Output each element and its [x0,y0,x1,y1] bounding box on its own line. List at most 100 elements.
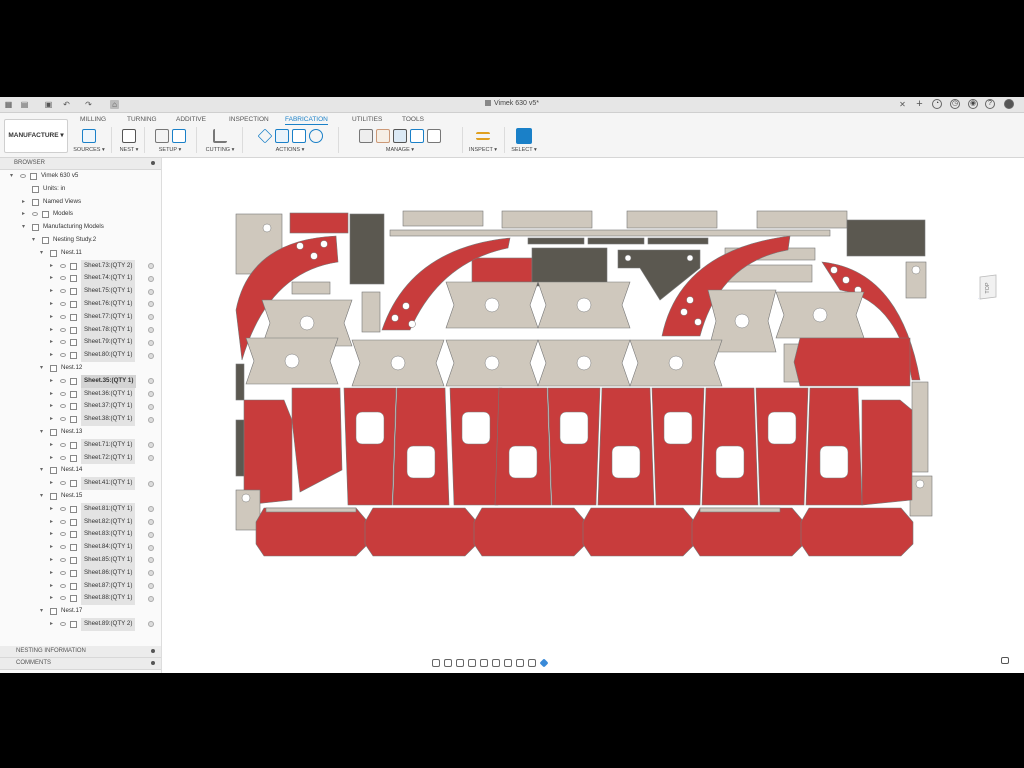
cutting-icon[interactable] [213,128,227,143]
pan-icon[interactable] [456,659,464,667]
tree-sheet[interactable]: ▸ Sheet.71:(QTY 1) [0,438,161,452]
tree-sheet[interactable]: ▸ Sheet.35:(QTY 1) [0,374,161,388]
nested-part[interactable] [846,219,926,257]
activate-radio-icon[interactable] [148,339,154,346]
tree-named-views[interactable]: ▸ Named Views [0,196,161,209]
panel-cutout[interactable] [819,445,849,479]
activate-radio-icon[interactable] [148,544,154,551]
fit-icon[interactable] [480,659,488,667]
tree-sheet[interactable]: ▸ Sheet.82:(QTY 1) [0,515,161,529]
environment-icon[interactable] [528,659,536,667]
nested-part[interactable] [243,399,293,506]
part-hole[interactable] [390,355,406,371]
tree-nest[interactable]: ▾ Nest.15 [0,490,161,503]
measure-icon[interactable] [476,131,490,140]
part-hole[interactable] [668,355,684,371]
tree-sheet[interactable]: ▸ Sheet.38:(QTY 1) [0,413,161,426]
visibility-icon[interactable] [60,481,66,486]
nested-part[interactable] [349,213,385,285]
visibility-icon[interactable] [60,289,66,294]
hex-panel-part[interactable] [255,507,369,557]
panel-options-icon[interactable] [151,161,155,165]
part-hole[interactable] [484,355,500,371]
visibility-icon[interactable] [60,417,66,422]
activate-radio-icon[interactable] [148,327,154,334]
tree-nest[interactable]: ▾ Nest.12 [0,362,161,375]
tree-manufacturing-models[interactable]: ▾ Manufacturing Models [0,221,161,234]
nested-part[interactable] [471,257,533,283]
activate-radio-icon[interactable] [148,557,154,564]
activate-radio-icon[interactable] [148,519,154,526]
viewports-icon[interactable] [516,659,524,667]
activate-radio-icon[interactable] [148,506,154,513]
activate-radio-icon[interactable] [148,301,154,308]
visibility-icon[interactable] [60,570,66,575]
visibility-icon[interactable] [60,353,66,358]
chevron-down-icon[interactable]: ▾ [40,605,43,618]
tree-sheet[interactable]: ▸ Sheet.79:(QTY 1) [0,336,161,350]
chevron-right-icon[interactable]: ▸ [50,336,53,349]
visual-style-icon[interactable] [539,658,549,668]
chevron-right-icon[interactable]: ▸ [50,272,53,285]
part-hole[interactable] [310,252,318,260]
panel-options-icon[interactable] [151,661,155,665]
tree-sheet[interactable]: ▸ Sheet.73:(QTY 2) [0,259,161,273]
nested-part[interactable] [501,210,593,229]
chevron-right-icon[interactable]: ▸ [50,285,53,298]
panel-cutout[interactable] [767,411,797,445]
tree-sheet[interactable]: ▸ Sheet.77:(QTY 1) [0,310,161,324]
trapezoid-panel-part[interactable] [343,387,397,506]
help-icon[interactable]: ? [985,99,995,109]
extensions-icon[interactable]: ◔ [932,99,942,109]
tool-library-icon[interactable] [308,128,323,143]
activate-radio-icon[interactable] [148,391,154,398]
tree-sheet[interactable]: ▸ Sheet.74:(QTY 1) [0,272,161,286]
tree-root[interactable]: ▾ Vimek 630 v5 [0,170,161,183]
nested-part[interactable] [626,210,718,229]
tree-sheet[interactable]: ▸ Sheet.81:(QTY 1) [0,502,161,516]
trapezoid-panel-part[interactable] [651,387,705,506]
tree-sheet[interactable]: ▸ Sheet.88:(QTY 1) [0,592,161,606]
chevron-right-icon[interactable]: ▸ [50,375,53,388]
nested-part[interactable] [291,281,331,295]
tab-fabrication[interactable]: FABRICATION [285,116,328,125]
comments-icon[interactable] [1001,657,1009,664]
tree-sheet[interactable]: ▸ Sheet.89:(QTY 2) [0,617,161,631]
chevron-right-icon[interactable]: ▸ [50,580,53,593]
chevron-down-icon[interactable]: ▾ [40,490,43,503]
actions-dropdown[interactable]: ACTIONS ▾ [246,147,334,153]
chevron-right-icon[interactable]: ▸ [50,439,53,452]
chevron-right-icon[interactable]: ▸ [50,400,53,413]
part-hole[interactable] [686,296,694,304]
part-hole[interactable] [911,265,921,275]
hex-panel-part[interactable] [473,507,587,557]
visibility-icon[interactable] [60,442,66,447]
chevron-right-icon[interactable]: ▸ [50,554,53,567]
visibility-icon[interactable] [60,583,66,588]
tab-utilities[interactable]: UTILITIES [352,116,382,123]
nested-part[interactable] [861,399,913,506]
part-hole[interactable] [408,320,416,328]
chevron-right-icon[interactable]: ▸ [50,567,53,580]
workspace-switcher[interactable]: MANUFACTURE ▾ [4,119,68,153]
visibility-icon[interactable] [60,327,66,332]
part-hole[interactable] [830,266,838,274]
part-hole[interactable] [284,353,300,369]
red-panel-part[interactable] [793,337,911,387]
visibility-icon[interactable] [60,340,66,345]
trapezoid-panel-part[interactable] [547,387,601,506]
notifications-icon[interactable]: ◉ [968,99,978,109]
part-hole[interactable] [320,240,328,248]
chevron-down-icon[interactable]: ▾ [22,221,25,234]
hex-panel-part[interactable] [582,507,696,557]
visibility-icon[interactable] [60,301,66,306]
select-icon[interactable] [516,127,532,144]
tab-tools[interactable]: TOOLS [402,116,424,123]
nesting-information-panel[interactable]: NESTING INFORMATION [0,646,161,658]
close-tab-icon[interactable]: ✕ [898,100,907,109]
tree-units[interactable]: Units: in [0,183,161,196]
visibility-icon[interactable] [60,519,66,524]
tools-icon[interactable] [376,128,390,143]
visibility-icon[interactable] [32,212,38,217]
tab-additive[interactable]: ADDITIVE [176,116,206,123]
